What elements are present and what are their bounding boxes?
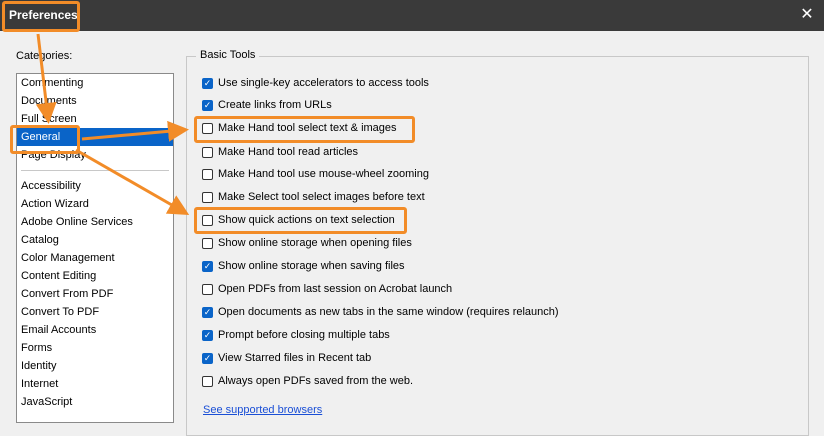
highlight-quick-actions-option (194, 207, 407, 234)
option-row[interactable]: Always open PDFs saved from the web. (202, 373, 413, 389)
option-row[interactable]: Show online storage when opening files (202, 235, 412, 251)
checked-checkbox[interactable]: ✓ (202, 99, 213, 111)
highlight-hand-tool-option (194, 116, 415, 143)
option-label: View Starred files in Recent tab (218, 352, 372, 364)
category-item-convert-from-pdf[interactable]: Convert From PDF (17, 285, 173, 303)
option-label: Make Hand tool read articles (218, 146, 359, 158)
category-item-javascript[interactable]: JavaScript (17, 393, 173, 411)
category-item-adobe-online-services[interactable]: Adobe Online Services (17, 213, 173, 231)
option-label: Make Select tool select images before te… (218, 191, 425, 203)
checked-checkbox[interactable]: ✓ (202, 260, 213, 272)
category-item-accessibility[interactable]: Accessibility (17, 177, 173, 195)
category-item-catalog[interactable]: Catalog (17, 231, 173, 249)
option-row[interactable]: ✓ Open documents as new tabs in the same … (202, 304, 559, 320)
option-label: Use single-key accelerators to access to… (218, 77, 429, 89)
category-item-forms[interactable]: Forms (17, 339, 173, 357)
unchecked-checkbox[interactable] (202, 237, 213, 249)
option-row[interactable]: ✓ Show online storage when saving files (202, 258, 405, 274)
checked-checkbox[interactable]: ✓ (202, 352, 213, 364)
basic-tools-title: Basic Tools (196, 49, 260, 61)
unchecked-checkbox[interactable] (202, 283, 213, 295)
checked-checkbox[interactable]: ✓ (202, 77, 213, 89)
unchecked-checkbox[interactable] (202, 375, 213, 387)
option-row[interactable]: ✓ Prompt before closing multiple tabs (202, 327, 390, 343)
option-label: Create links from URLs (218, 99, 332, 111)
checked-checkbox[interactable]: ✓ (202, 329, 213, 341)
category-separator (21, 170, 169, 171)
unchecked-checkbox[interactable] (202, 168, 213, 180)
option-row[interactable]: Make Select tool select images before te… (202, 189, 425, 205)
checked-checkbox[interactable]: ✓ (202, 306, 213, 318)
category-item-content-editing[interactable]: Content Editing (17, 267, 173, 285)
option-label: Prompt before closing multiple tabs (218, 329, 390, 341)
categories-label: Categories: (16, 50, 73, 62)
option-row[interactable]: Make Hand tool read articles (202, 144, 358, 160)
option-row[interactable]: Open PDFs from last session on Acrobat l… (202, 281, 452, 297)
option-label: Show online storage when saving files (218, 260, 405, 272)
option-label: Open documents as new tabs in the same w… (218, 306, 559, 318)
option-label: Always open PDFs saved from the web. (218, 375, 414, 387)
option-label: Show online storage when opening files (218, 237, 412, 249)
option-label: Make Hand tool use mouse-wheel zooming (218, 168, 429, 180)
category-item-identity[interactable]: Identity (17, 357, 173, 375)
category-item-color-management[interactable]: Color Management (17, 249, 173, 267)
option-row[interactable]: Make Hand tool use mouse-wheel zooming (202, 166, 429, 182)
option-row[interactable]: ✓ View Starred files in Recent tab (202, 350, 371, 366)
category-item-documents[interactable]: Documents (17, 92, 173, 110)
title-bar: Preferences ✕ (0, 0, 824, 31)
option-label: Open PDFs from last session on Acrobat l… (218, 283, 453, 295)
unchecked-checkbox[interactable] (202, 191, 213, 203)
category-item-internet[interactable]: Internet (17, 375, 173, 393)
highlight-general-category (10, 125, 80, 154)
unchecked-checkbox[interactable] (202, 146, 213, 158)
category-item-convert-to-pdf[interactable]: Convert To PDF (17, 303, 173, 321)
option-row[interactable]: ✓ Use single-key accelerators to access t… (202, 75, 429, 91)
supported-browsers-link[interactable]: See supported browsers (203, 404, 322, 416)
category-item-commenting[interactable]: Commenting (17, 74, 173, 92)
category-item-action-wizard[interactable]: Action Wizard (17, 195, 173, 213)
close-icon[interactable]: ✕ (798, 5, 816, 25)
category-item-email-accounts[interactable]: Email Accounts (17, 321, 173, 339)
highlight-preferences-title (2, 1, 80, 32)
option-row[interactable]: ✓ Create links from URLs (202, 97, 332, 113)
